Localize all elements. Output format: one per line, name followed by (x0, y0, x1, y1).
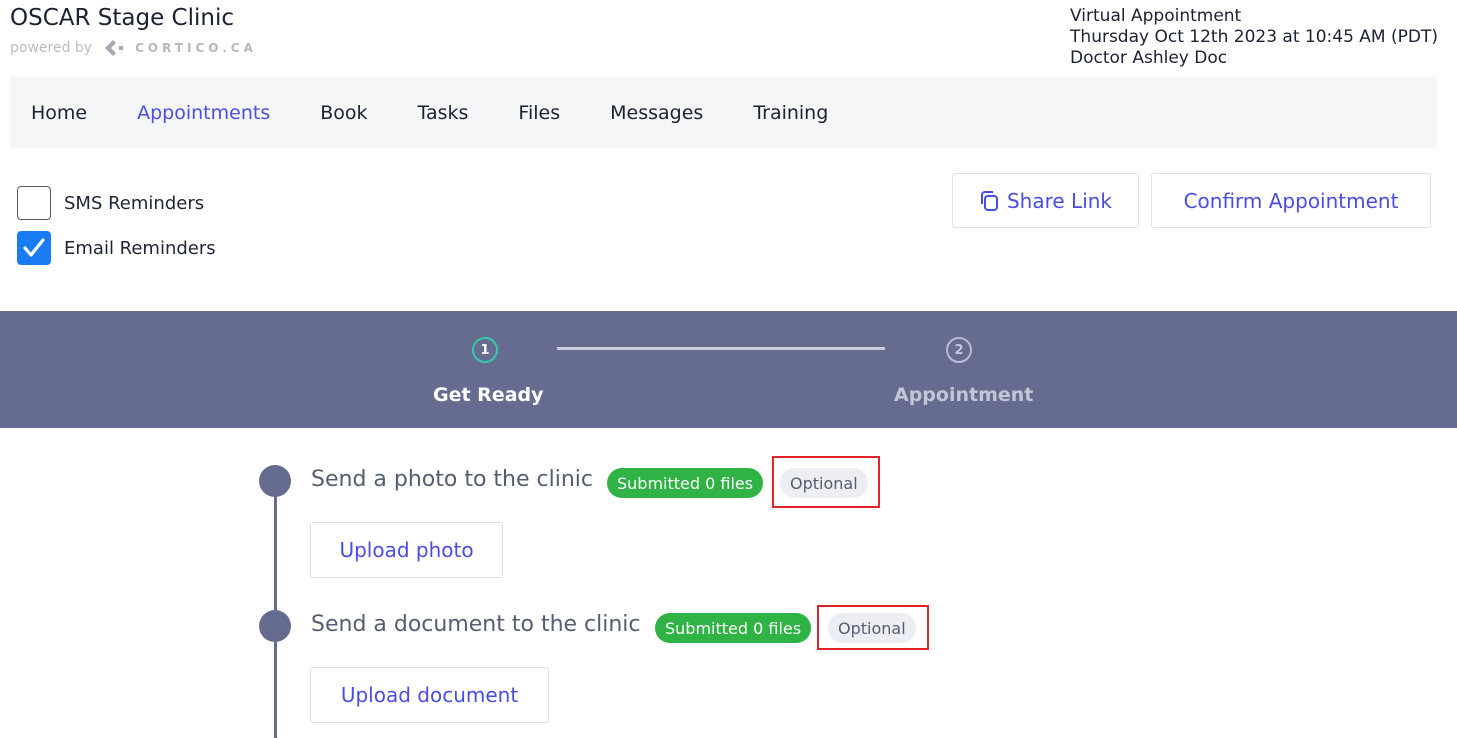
task-photo-title: Send a photo to the clinic (311, 467, 593, 492)
progress-stepper: 1 2 Get Ready Appointment (0, 311, 1457, 428)
powered-by-label: powered by (10, 40, 93, 56)
step-2-indicator: 2 (946, 337, 972, 363)
sms-reminders-label: SMS Reminders (64, 192, 205, 214)
task-photo-status-badge: Submitted 0 files (607, 468, 764, 498)
clinic-name: OSCAR Stage Clinic (10, 5, 235, 31)
powered-by: powered by CORTICO.CA (10, 39, 257, 57)
step-connector (557, 347, 885, 350)
checkmark-icon (23, 238, 45, 257)
sms-reminder-option[interactable]: SMS Reminders (17, 186, 204, 220)
appointment-datetime: Thursday Oct 12th 2023 at 10:45 AM (PDT) (1070, 27, 1438, 47)
timeline-dot (259, 465, 291, 497)
email-reminder-option[interactable]: Email Reminders (17, 231, 216, 265)
nav-messages[interactable]: Messages (610, 102, 703, 124)
upload-document-button[interactable]: Upload document (310, 667, 549, 723)
timeline-line (274, 480, 277, 738)
cortico-logo: CORTICO.CA (104, 39, 257, 57)
share-link-label: Share Link (1006, 188, 1113, 213)
nav-tasks[interactable]: Tasks (418, 102, 469, 124)
nav-home[interactable]: Home (31, 102, 87, 124)
step-1-label: Get Ready (433, 384, 544, 406)
brand-name: CORTICO.CA (135, 41, 257, 55)
step-2-label: Appointment (894, 384, 1034, 406)
nav-training[interactable]: Training (753, 102, 828, 124)
nav-files[interactable]: Files (518, 102, 560, 124)
task-document-status-badge: Submitted 0 files (655, 613, 812, 643)
sms-reminders-checkbox[interactable] (17, 186, 51, 220)
email-reminders-checkbox[interactable] (17, 231, 51, 265)
task-document-optional-tag: Optional (828, 613, 916, 643)
appointment-type: Virtual Appointment (1070, 6, 1242, 26)
main-nav: Home Appointments Book Tasks Files Messa… (10, 77, 1437, 148)
nav-appointments[interactable]: Appointments (137, 102, 270, 124)
nav-book[interactable]: Book (320, 102, 367, 124)
copy-icon (980, 190, 998, 211)
appointment-doctor: Doctor Ashley Doc (1070, 48, 1228, 68)
share-link-button[interactable]: Share Link (952, 173, 1139, 228)
timeline-dot (259, 610, 291, 642)
email-reminders-label: Email Reminders (64, 237, 216, 259)
task-photo-optional-tag: Optional (780, 468, 868, 498)
confirm-appointment-button[interactable]: Confirm Appointment (1151, 173, 1431, 228)
cortico-logo-icon (105, 40, 124, 56)
step-1-indicator: 1 (472, 337, 498, 363)
appointment-info: Virtual Appointment Thursday Oct 12th 20… (1070, 6, 1438, 69)
task-document-title: Send a document to the clinic (311, 612, 641, 637)
upload-photo-button[interactable]: Upload photo (310, 522, 503, 578)
